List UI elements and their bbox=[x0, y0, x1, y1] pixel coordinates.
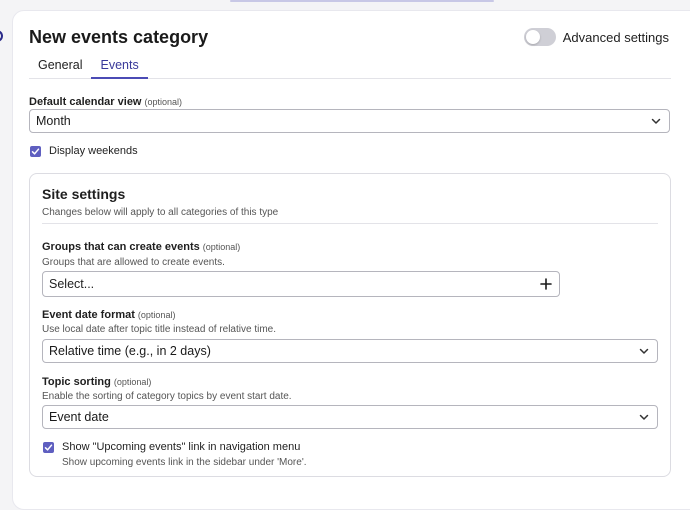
date-format-label-text: Event date format bbox=[42, 309, 135, 321]
toggle-knob bbox=[525, 30, 540, 44]
advanced-settings-label: Advanced settings bbox=[562, 29, 669, 45]
topic-sorting-label-text: Topic sorting bbox=[42, 376, 111, 388]
category-editor-card: New events category Advanced settings Ge… bbox=[12, 10, 690, 510]
tab-general[interactable]: General bbox=[29, 55, 91, 79]
upcoming-help: Show upcoming events link in the sidebar… bbox=[62, 457, 307, 468]
advanced-settings-toggle[interactable]: Advanced settings bbox=[523, 28, 669, 46]
site-settings-description: Changes below will apply to all categori… bbox=[42, 207, 279, 218]
optional-tag: (optional) bbox=[137, 310, 176, 320]
date-format-select[interactable]: Relative time (e.g., in 2 days) bbox=[42, 339, 658, 363]
default-view-label-text: Default calendar view bbox=[29, 96, 142, 108]
chevron-down-icon bbox=[639, 414, 649, 420]
groups-placeholder: Select... bbox=[49, 277, 95, 291]
groups-help: Groups that are allowed to create events… bbox=[42, 257, 225, 268]
toggle-switch[interactable] bbox=[523, 28, 556, 46]
upcoming-checkbox[interactable] bbox=[43, 441, 54, 453]
chevron-down-icon bbox=[639, 348, 649, 354]
tab-bar: General Events bbox=[29, 55, 671, 79]
weekends-checkbox[interactable] bbox=[30, 145, 41, 157]
site-settings-title: Site settings bbox=[42, 186, 126, 202]
plus-icon bbox=[540, 278, 552, 290]
left-edge-indicator bbox=[0, 30, 3, 42]
weekends-checkbox-row[interactable]: Display weekends bbox=[30, 145, 138, 157]
check-icon bbox=[44, 443, 53, 451]
weekends-label: Display weekends bbox=[49, 145, 138, 157]
date-format-value: Relative time (e.g., in 2 days) bbox=[49, 344, 211, 358]
default-view-select[interactable]: Month bbox=[29, 109, 670, 133]
topic-sorting-label: Topic sorting (optional) bbox=[42, 376, 151, 388]
check-icon bbox=[31, 147, 40, 155]
top-edge-indicator bbox=[230, 0, 494, 2]
chevron-down-icon bbox=[651, 118, 661, 124]
optional-tag: (optional) bbox=[113, 377, 152, 387]
topic-sorting-value: Event date bbox=[49, 410, 109, 424]
tab-events[interactable]: Events bbox=[91, 55, 148, 79]
default-view-label: Default calendar view (optional) bbox=[29, 96, 182, 108]
optional-tag: (optional) bbox=[202, 242, 241, 252]
topic-sorting-help: Enable the sorting of category topics by… bbox=[42, 391, 292, 402]
groups-label-text: Groups that can create events bbox=[42, 241, 200, 253]
date-format-help: Use local date after topic title instead… bbox=[42, 324, 277, 335]
optional-tag: (optional) bbox=[144, 97, 183, 107]
topic-sorting-select[interactable]: Event date bbox=[42, 405, 658, 429]
upcoming-checkbox-row[interactable]: Show "Upcoming events" link in navigatio… bbox=[43, 441, 300, 453]
groups-select[interactable]: Select... bbox=[42, 271, 560, 297]
upcoming-label: Show "Upcoming events" link in navigatio… bbox=[62, 441, 301, 453]
default-view-value: Month bbox=[36, 114, 71, 128]
page-title: New events category bbox=[29, 27, 209, 47]
date-format-label: Event date format (optional) bbox=[42, 309, 175, 321]
site-settings-panel: Site settings Changes below will apply t… bbox=[29, 173, 671, 477]
divider bbox=[42, 223, 658, 224]
groups-label: Groups that can create events (optional) bbox=[42, 241, 240, 253]
